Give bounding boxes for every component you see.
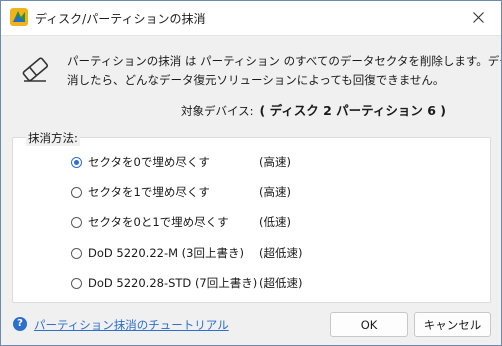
- description-line-1: パーティションの抹消 は パーティション のすべてのデータセクタを削除します。デ…: [67, 54, 501, 68]
- target-device-label: 対象デバイス:: [181, 104, 254, 118]
- title-bar[interactable]: ディスク/パーティションの抹消: [1, 1, 501, 36]
- option-speed: (高速): [259, 185, 291, 199]
- radio-fill-zero[interactable]: [71, 157, 82, 168]
- option-speed: (超低速): [259, 246, 303, 260]
- help-icon[interactable]: ?: [13, 317, 27, 331]
- radio-fill-zero-one[interactable]: [71, 217, 82, 228]
- tutorial-link[interactable]: パーティション抹消のチュートリアル: [34, 317, 229, 333]
- app-icon: [10, 8, 28, 26]
- target-device-row: 対象デバイス: ( ディスク 2 パーティション 6 ): [181, 100, 446, 119]
- option-speed: (高速): [259, 155, 291, 169]
- option-label: セクタを1で埋め尽くす: [88, 185, 210, 199]
- description-text: パーティションの抹消 は パーティション のすべてのデータセクタを削除します。デ…: [67, 52, 501, 90]
- description-line-2: 消したら、どんなデータ復元ソリューションによっても回復できません。: [67, 73, 445, 87]
- option-speed: (低速): [259, 215, 291, 229]
- option-label: DoD 5220.22-M (3回上書き): [88, 246, 244, 260]
- option-label: セクタを0と1で埋め尽くす: [88, 215, 229, 229]
- option-label: DoD 5220.28-STD (7回上書き): [88, 276, 258, 290]
- radio-fill-one[interactable]: [71, 187, 82, 198]
- radio-dod-522022m[interactable]: [71, 248, 82, 259]
- wipe-partition-dialog: ディスク/パーティションの抹消 パーティションの抹消 は パーティション のすべ…: [0, 0, 502, 346]
- ok-button[interactable]: OK: [330, 312, 408, 337]
- close-button[interactable]: [457, 1, 501, 35]
- wipe-method-label: 抹消方法:: [26, 130, 80, 146]
- option-label: セクタを0で埋め尽くす: [88, 155, 210, 169]
- close-icon: [473, 12, 484, 23]
- target-device-value: ( ディスク 2 パーティション 6 ): [259, 103, 446, 118]
- window-title: ディスク/パーティションの抹消: [35, 12, 206, 26]
- cancel-button[interactable]: キャンセル: [414, 312, 491, 337]
- eraser-icon: [22, 57, 49, 82]
- radio-dod-522028std[interactable]: [71, 278, 82, 289]
- option-speed: (超低速): [259, 276, 303, 290]
